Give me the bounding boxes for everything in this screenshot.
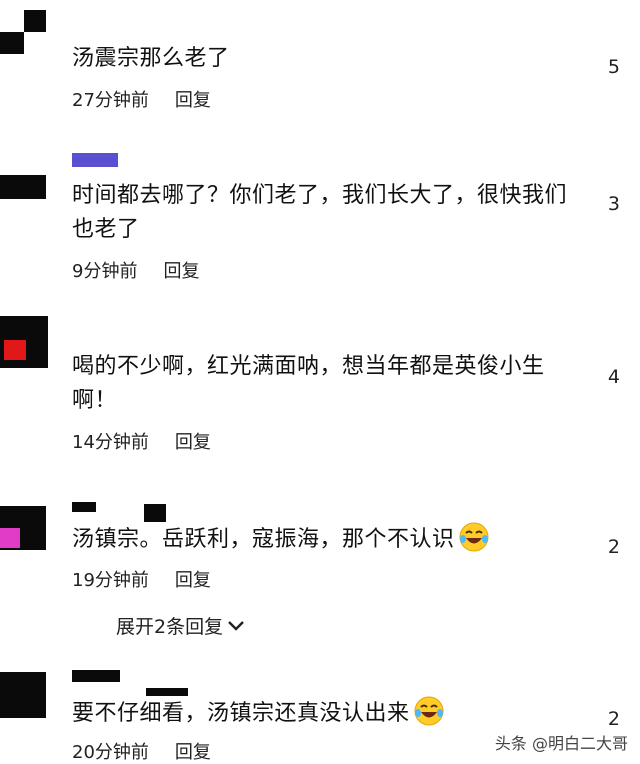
laughing-tears-emoji (459, 522, 489, 552)
comment-text-body: 汤镇宗。岳跃利，寇振海，那个不认识 (72, 527, 455, 552)
reply-button[interactable]: 回复 (175, 86, 211, 112)
username-redacted-part (146, 688, 188, 696)
username-redacted[interactable] (72, 502, 96, 512)
reply-button[interactable]: 回复 (175, 738, 211, 764)
comment-meta: 20分钟前 回复 (72, 738, 211, 764)
comment-time: 20分钟前 (72, 742, 149, 763)
comment-time: 9分钟前 (72, 261, 138, 282)
like-count[interactable]: 3 (608, 193, 620, 215)
reply-button[interactable]: 回复 (163, 257, 199, 283)
comment-text: 汤震宗那么老了 (72, 46, 230, 71)
username-redacted[interactable] (72, 153, 118, 167)
comment-time: 14分钟前 (72, 432, 149, 453)
avatar-redacted[interactable] (24, 10, 46, 32)
username-redacted-part (144, 504, 166, 522)
comment-time: 27分钟前 (72, 90, 149, 111)
comment-item: 喝的不少啊，红光满面呐，想当年都是英俊小生啊！ 14分钟前 回复 4 (0, 312, 640, 462)
like-count[interactable]: 5 (608, 56, 620, 78)
watermark: 头条 @明白二大哥 (494, 734, 628, 753)
avatar-redacted[interactable] (0, 175, 46, 199)
comment-text: 时间都去哪了？你们老了，我们长大了，很快我们也老了 (72, 183, 568, 242)
like-count[interactable]: 2 (608, 536, 620, 558)
like-count[interactable]: 2 (608, 708, 620, 730)
expand-replies-label: 展开2条回复 (116, 616, 224, 638)
comment-meta: 19分钟前 回复 (72, 566, 211, 592)
comment-text: 要不仔细看，汤镇宗还真没认出来 (72, 696, 572, 731)
comment-time: 19分钟前 (72, 570, 149, 591)
comment-item: 汤镇宗。岳跃利，寇振海，那个不认识 19分钟前 回复 2 展开2条回复 (0, 500, 640, 650)
expand-replies-button[interactable]: 展开2条回复 (116, 612, 245, 639)
avatar-color-fragment (4, 340, 26, 360)
laughing-tears-emoji (414, 696, 444, 726)
reply-button[interactable]: 回复 (175, 428, 211, 454)
comment-meta: 9分钟前 回复 (72, 257, 199, 283)
avatar-redacted[interactable] (0, 672, 46, 718)
comment-item: 汤震宗那么老了 27分钟前 回复 5 (0, 0, 640, 120)
comment-item: 时间都去哪了？你们老了，我们长大了，很快我们也老了 9分钟前 回复 3 (0, 145, 640, 285)
like-count[interactable]: 4 (608, 366, 620, 388)
comment-text-body: 要不仔细看，汤镇宗还真没认出来 (72, 701, 410, 726)
comment-text: 喝的不少啊，红光满面呐，想当年都是英俊小生啊！ (72, 354, 545, 413)
chevron-down-icon (228, 620, 244, 631)
avatar-redacted-part (0, 32, 24, 54)
comment-text: 汤镇宗。岳跃利，寇振海，那个不认识 (72, 522, 572, 557)
avatar-color-fragment (0, 528, 20, 548)
reply-button[interactable]: 回复 (175, 566, 211, 592)
comment-meta: 27分钟前 回复 (72, 86, 211, 112)
comment-meta: 14分钟前 回复 (72, 428, 211, 454)
username-redacted[interactable] (72, 670, 120, 682)
